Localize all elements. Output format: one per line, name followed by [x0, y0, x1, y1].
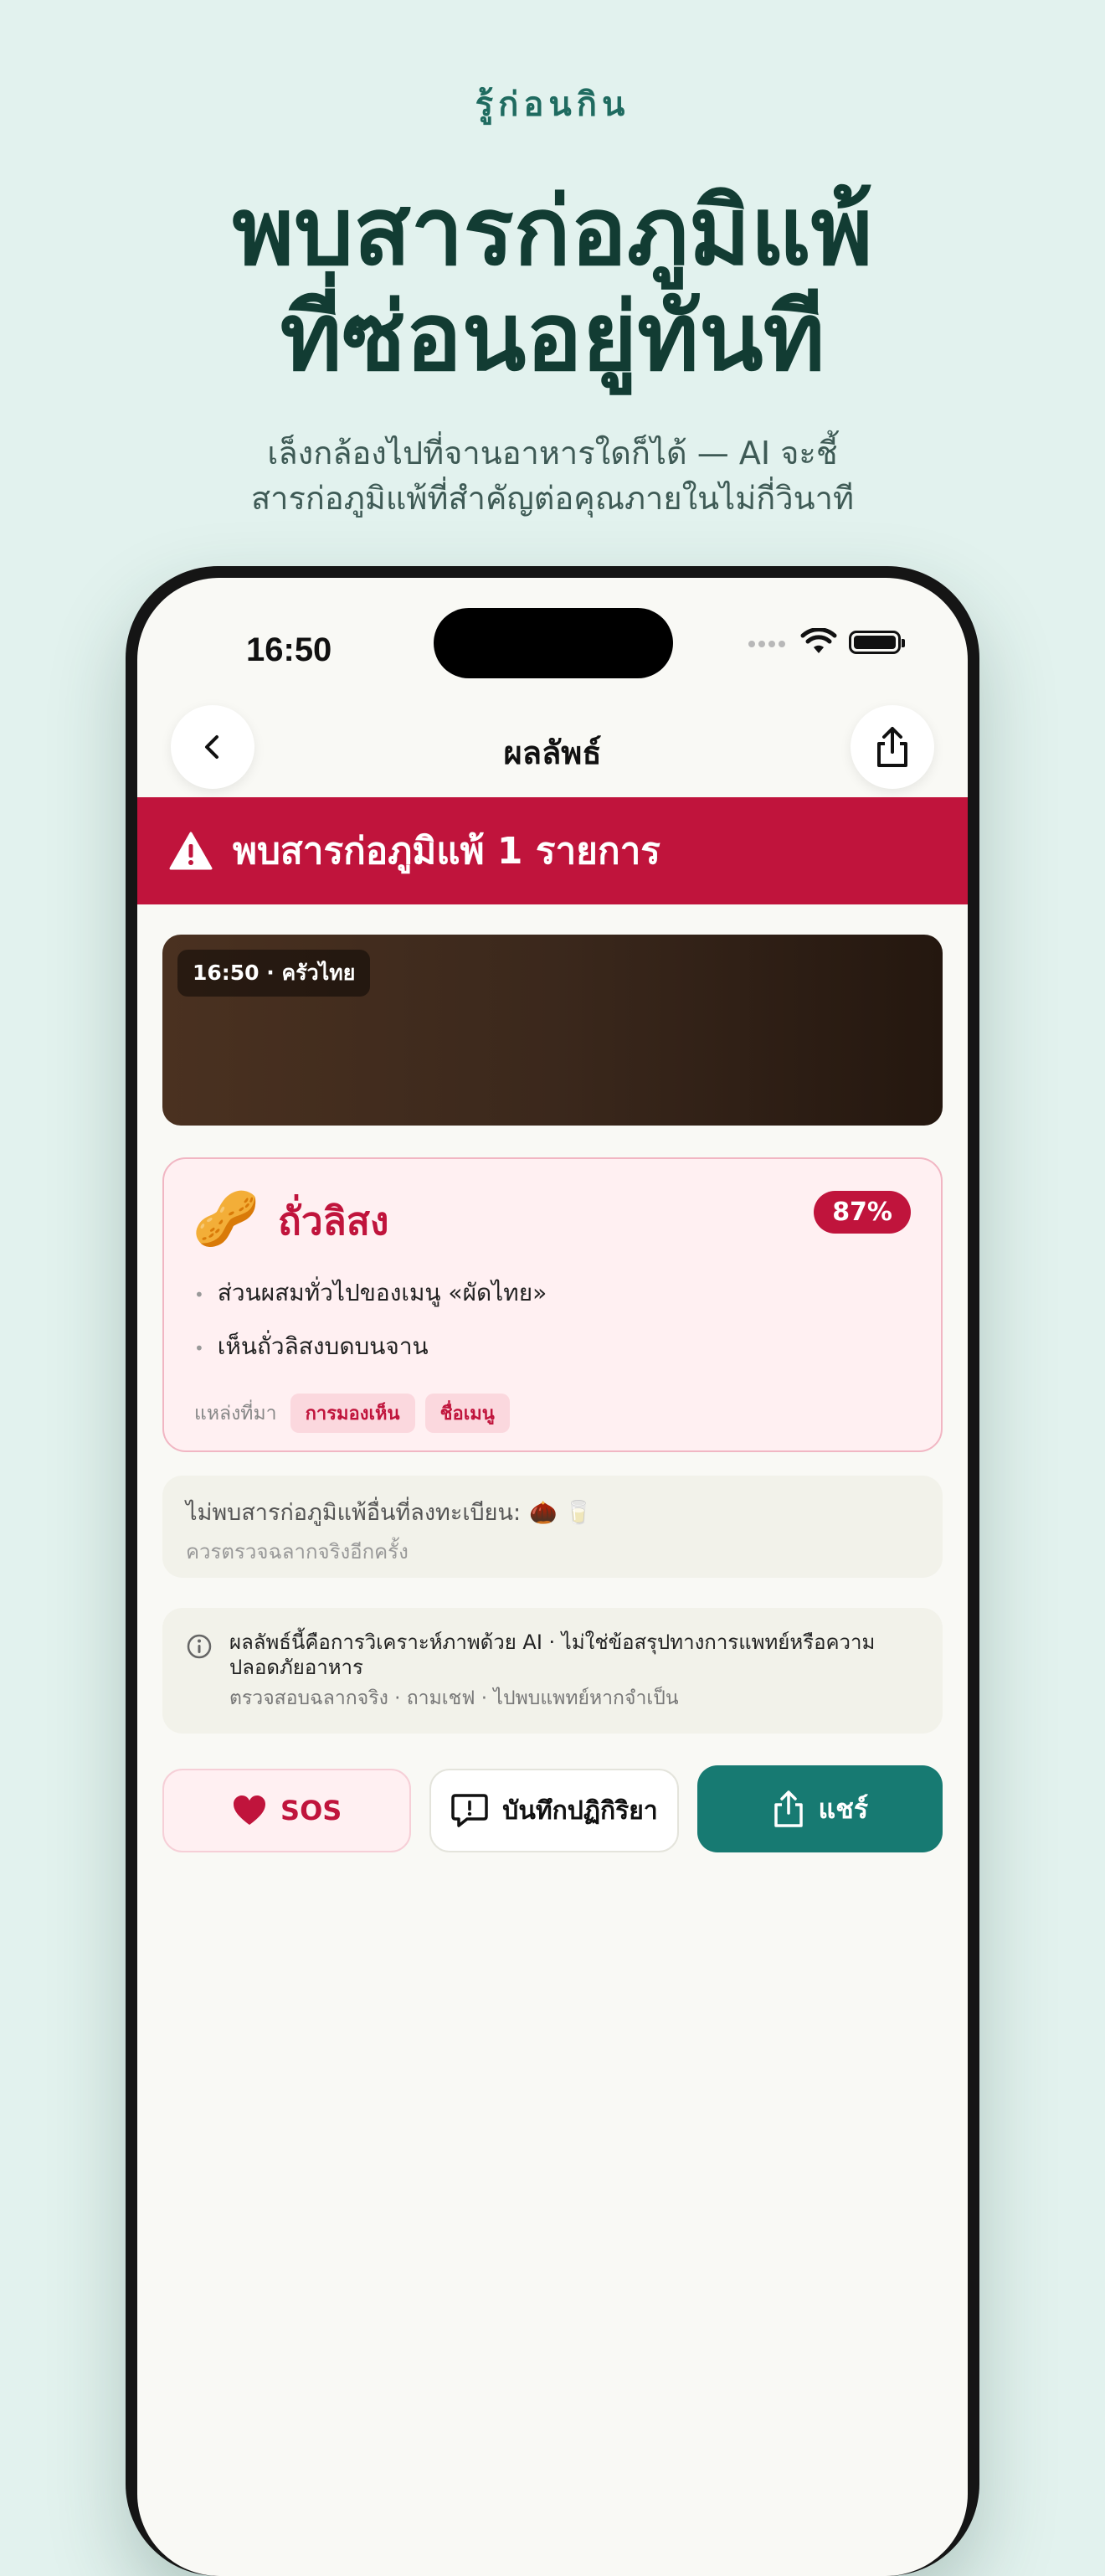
- warning-icon: [169, 832, 213, 870]
- allergen-reasons: • ส่วนผสมทั่วไปของเมนู «ผัดไทย» • เห็นถั่ว…: [194, 1276, 547, 1383]
- share-top-button[interactable]: [851, 705, 934, 789]
- sos-label: SOS: [280, 1795, 342, 1826]
- source-chip-vision: การมองเห็น: [290, 1394, 415, 1433]
- info-icon: [187, 1634, 212, 1659]
- status-time: 16:50: [246, 631, 332, 668]
- hero-subtitle-line1: เล็งกล้องไปที่จานอาหารใดก็ได้ — AI จะชี้: [267, 435, 838, 471]
- dynamic-island: [434, 608, 673, 678]
- hero-subtitle-line2: สารก่อภูมิแพ้ที่สำคัญต่อคุณภายในไม่กี่วิ…: [250, 480, 854, 517]
- peanut-icon: 🥜: [193, 1188, 260, 1250]
- heart-icon: [234, 1795, 266, 1825]
- share-button[interactable]: แชร์: [696, 1765, 943, 1852]
- log-reaction-label: บันทึกปฏิกิริยา: [502, 1795, 658, 1826]
- sources-row: แหล่งที่มา การมองเห็น ชื่อเมนู: [194, 1394, 510, 1433]
- other-allergens-title: ไม่พบสารก่อภูมิแพ้อื่นที่ลงทะเบียน: 🌰 🥛: [186, 1499, 593, 1527]
- disclaimer-main: ผลลัพธ์นี้คือการวิเคราะห์ภาพด้วย AI · ไม…: [229, 1631, 876, 1679]
- list-item: • เห็นถั่วลิสงบดบนจาน: [194, 1332, 429, 1360]
- photo-tag: 16:50 · ครัวไทย: [177, 950, 371, 997]
- hero-eyebrow: รู้ก่อนกิน: [475, 85, 630, 124]
- hero-title-line1: พบสารก่อภูมิแพ้: [232, 178, 873, 286]
- other-allergens-subtitle: ควรตรวจฉลากจริงอีกครั้ง: [186, 1540, 409, 1564]
- hero-subtitle: เล็งกล้องไปที่จานอาหารใดก็ได้ — AI จะชี้…: [33, 430, 1072, 521]
- reason-text: ส่วนผสมทั่วไปของเมนู «ผัดไทย»: [217, 1279, 547, 1306]
- disclaimer-card: ผลลัพธ์นี้คือการวิเคราะห์ภาพด้วย AI · ไม…: [162, 1608, 943, 1734]
- reason-text: เห็นถั่วลิสงบดบนจาน: [217, 1332, 429, 1360]
- hero-title: พบสารก่อภูมิแพ้ ที่ซ่อนอยู่ทันที: [33, 179, 1072, 390]
- signal-dots-icon: [748, 635, 789, 651]
- wifi-icon: [800, 628, 837, 653]
- phone-screen: 16:50 ผลลัพธ์ พบสารก่อภูมิแพ้ 1 รายการ 1…: [137, 578, 968, 2576]
- action-bar: SOS บันทึกปฏิกิริยา แชร์: [162, 1765, 943, 1852]
- hero-title-line2: ที่ซ่อนอยู่ทันที: [280, 283, 825, 392]
- battery-icon: [849, 631, 905, 654]
- page-title: ผลลัพธ์: [503, 734, 602, 771]
- share-icon: [877, 727, 907, 767]
- sos-button[interactable]: SOS: [162, 1769, 412, 1852]
- nut-milk-icons: 🌰 🥛: [529, 1499, 593, 1526]
- disclaimer-sub: ตรวจสอบฉลากจริง · ถามเชฟ · ไปพบแพทย์หากจ…: [229, 1687, 679, 1709]
- log-reaction-button[interactable]: บันทึกปฏิกิริยา: [429, 1769, 679, 1852]
- sources-label: แหล่งที่มา: [194, 1402, 277, 1425]
- allergen-card[interactable]: 🥜 ถั่วลิสง 87% • ส่วนผสมทั่วไปของเมนู «ผั…: [162, 1157, 943, 1452]
- allergen-name: ถั่วลิสง: [278, 1198, 389, 1244]
- share-label: แชร์: [818, 1792, 869, 1825]
- other-allergens-card: ไม่พบสารก่อภูมิแพ้อื่นที่ลงทะเบียน: 🌰 🥛 …: [162, 1476, 943, 1578]
- source-chip-menu-name: ชื่อเมนู: [424, 1394, 510, 1433]
- share-icon: [774, 1790, 803, 1827]
- phone-frame: 16:50 ผลลัพธ์ พบสารก่อภูมิแพ้ 1 รายการ 1…: [126, 566, 979, 2576]
- allergen-alert-banner: พบสารก่อภูมิแพ้ 1 รายการ: [137, 797, 968, 904]
- confidence-badge: 87%: [814, 1191, 911, 1234]
- list-item: • ส่วนผสมทั่วไปของเมนู «ผัดไทย»: [194, 1279, 547, 1306]
- status-icons: [748, 628, 905, 657]
- food-photo: 16:50 · ครัวไทย: [162, 935, 943, 1126]
- chat-alert-icon: [451, 1794, 489, 1827]
- alert-text: พบสารก่อภูมิแพ้ 1 รายการ: [233, 830, 660, 873]
